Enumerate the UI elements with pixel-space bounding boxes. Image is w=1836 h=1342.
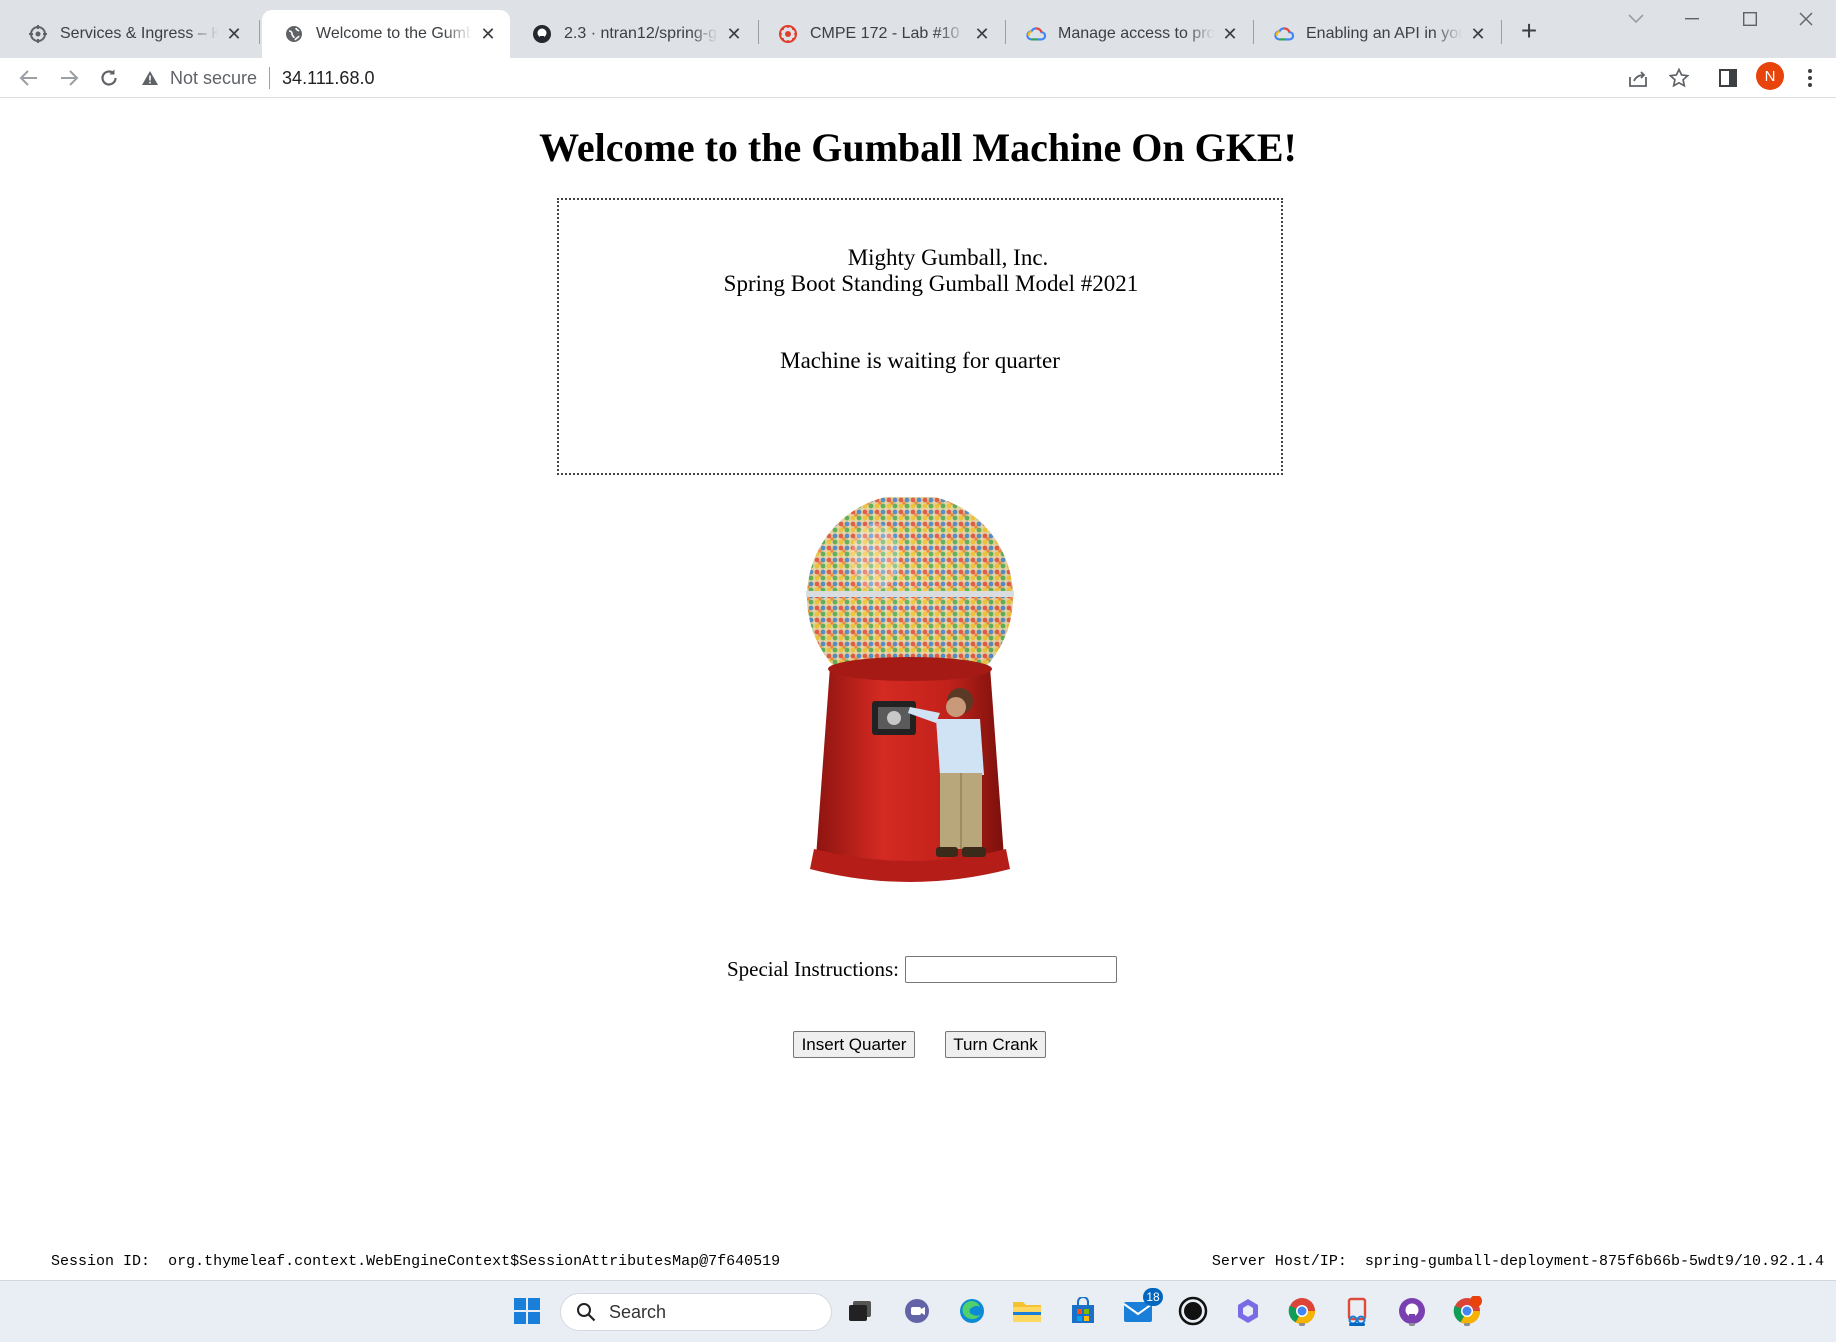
- model-name: Spring Boot Standing Gumball Model #2021: [723, 271, 1139, 296]
- not-secure-label[interactable]: Not secure: [170, 68, 257, 89]
- server-host-value: spring-gumball-deployment-875f6b66b-5wdt…: [1364, 1253, 1824, 1270]
- file-explorer-icon[interactable]: [1010, 1294, 1044, 1328]
- tab-cmpe172-lab10[interactable]: CMPE 172 - Lab #10 - Deploy ✕: [756, 10, 1004, 58]
- page-viewport: Welcome to the Gumball Machine On GKE! M…: [0, 99, 1836, 1280]
- canvas-icon: [778, 24, 798, 44]
- server-host-label: Server Host/IP:: [1211, 1253, 1347, 1270]
- menu-kebab-icon[interactable]: [1794, 62, 1826, 94]
- mail-icon[interactable]: 18: [1121, 1288, 1163, 1328]
- new-tab-button[interactable]: +: [1514, 15, 1544, 46]
- active-indicator: [1349, 1323, 1365, 1326]
- share-icon[interactable]: [1622, 62, 1654, 94]
- message-box: Mighty Gumball, Inc. Spring Boot Standin…: [557, 198, 1283, 475]
- chrome-profile-icon[interactable]: [1450, 1294, 1484, 1328]
- edge-icon[interactable]: [955, 1294, 989, 1328]
- snipping-tool-icon[interactable]: [1340, 1294, 1374, 1328]
- back-arrow-icon[interactable]: [13, 62, 45, 94]
- teams-chat-icon[interactable]: [900, 1294, 934, 1328]
- side-panel-icon[interactable]: [1712, 62, 1744, 94]
- tab-separator: [259, 20, 260, 44]
- session-id-value: org.thymeleaf.context.WebEngineContext$S…: [168, 1253, 781, 1270]
- special-instructions-input[interactable]: [905, 956, 1118, 983]
- turn-crank-button[interactable]: Turn Crank: [945, 1031, 1046, 1058]
- maximize-icon[interactable]: [1722, 4, 1778, 34]
- close-icon[interactable]: ✕: [1220, 24, 1240, 44]
- close-window-icon[interactable]: [1778, 4, 1834, 34]
- insert-quarter-button[interactable]: Insert Quarter: [793, 1031, 915, 1058]
- google-cloud-icon: [1274, 24, 1294, 44]
- minimize-icon[interactable]: [1664, 4, 1720, 34]
- globe-icon: [284, 24, 304, 44]
- machine-status: Machine is waiting for quarter: [780, 348, 1060, 373]
- start-icon[interactable]: [510, 1294, 544, 1328]
- forward-arrow-icon[interactable]: [53, 62, 85, 94]
- page-title: Welcome to the Gumball Machine On GKE!: [539, 125, 1297, 170]
- github-icon: [532, 24, 552, 44]
- task-view-icon[interactable]: [843, 1294, 877, 1328]
- tab-strip: Services & Ingress – Kubernetes Engine ✕…: [0, 0, 1836, 58]
- running-indicator: [1464, 1323, 1470, 1326]
- reload-icon[interactable]: [93, 62, 125, 94]
- taskbar-search-label: Search: [609, 1301, 667, 1322]
- kubernetes-gear-icon: [28, 24, 48, 44]
- special-instructions-label: Special Instructions:: [726, 957, 900, 981]
- profile-avatar[interactable]: N: [1756, 62, 1784, 90]
- close-icon[interactable]: ✕: [478, 24, 498, 44]
- close-icon[interactable]: ✕: [1468, 24, 1488, 44]
- microsoft-store-icon[interactable]: [1066, 1294, 1100, 1328]
- url-text[interactable]: 34.111.68.0: [282, 68, 374, 89]
- running-indicator: [1299, 1323, 1305, 1326]
- tab-github-spring-gumball[interactable]: 2.3 · ntran12/spring-gumball ✕: [510, 10, 756, 58]
- close-icon[interactable]: ✕: [724, 24, 744, 44]
- tab-services-ingress[interactable]: Services & Ingress – Kubernetes Engine ✕: [6, 10, 256, 58]
- omnibox-divider: [269, 67, 271, 89]
- tab-title: Manage access to projects: [1058, 25, 1214, 42]
- close-icon[interactable]: ✕: [972, 24, 992, 44]
- gumball-machine-image: [790, 494, 1050, 893]
- tab-title: Services & Ingress – Kubernetes Engine: [60, 25, 218, 42]
- warning-icon[interactable]: [140, 68, 160, 88]
- tab-title: Enabling an API in your Google Cloud: [1306, 25, 1462, 42]
- copilot-icon[interactable]: [1231, 1294, 1265, 1328]
- tab-gumball-active[interactable]: Welcome to the Gumball Machine ✕: [262, 10, 510, 58]
- google-cloud-icon: [1026, 24, 1046, 44]
- running-indicator: [1409, 1323, 1415, 1326]
- address-bar[interactable]: Not secure 34.111.68.0: [140, 60, 1676, 96]
- tab-enabling-api[interactable]: Enabling an API in your Google Cloud ✕: [1252, 10, 1500, 58]
- tab-title: Welcome to the Gumball Machine: [316, 25, 472, 42]
- special-instructions-row: Special Instructions:: [0, 956, 1836, 983]
- close-icon[interactable]: ✕: [224, 24, 244, 44]
- session-id-label: Session ID:: [51, 1253, 151, 1270]
- browser-toolbar: Not secure 34.111.68.0: [0, 58, 1836, 98]
- github-desktop-icon[interactable]: [1395, 1294, 1429, 1328]
- taskbar-search-box[interactable]: Search: [560, 1293, 832, 1331]
- tab-search-icon[interactable]: [1608, 4, 1664, 34]
- tab-separator: [1501, 20, 1502, 44]
- windows-taskbar: Search 18: [0, 1280, 1836, 1342]
- bookmark-star-icon[interactable]: [1663, 62, 1695, 94]
- tab-title: 2.3 · ntran12/spring-gumball: [564, 25, 718, 42]
- mail-unread-badge: 18: [1143, 1288, 1163, 1306]
- dell-icon[interactable]: [1176, 1294, 1210, 1328]
- company-name: Mighty Gumball, Inc.: [847, 245, 1049, 270]
- search-icon: [575, 1301, 597, 1323]
- tab-manage-access[interactable]: Manage access to projects ✕: [1004, 10, 1252, 58]
- chrome-icon[interactable]: [1285, 1294, 1319, 1328]
- tab-title: CMPE 172 - Lab #10 - Deploy: [810, 25, 966, 42]
